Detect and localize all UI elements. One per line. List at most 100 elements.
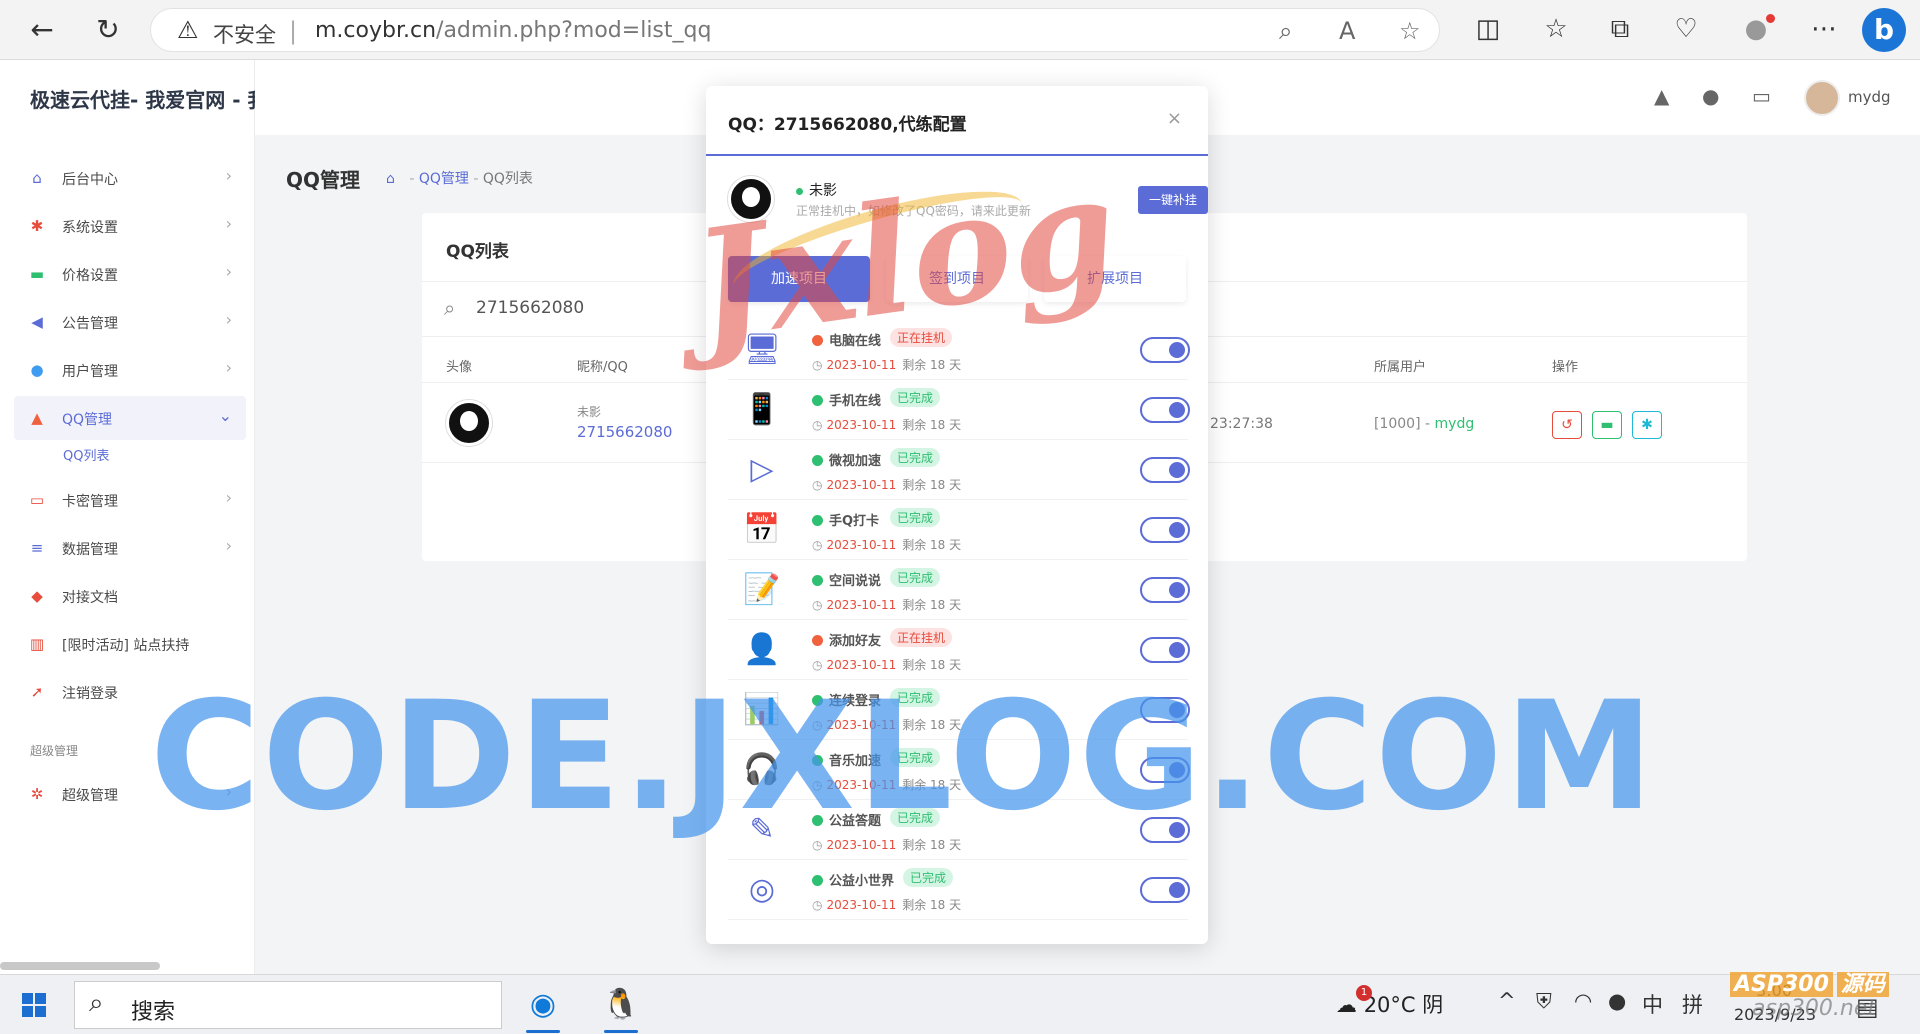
status-dot xyxy=(812,875,823,886)
refresh-icon[interactable]: ↻ xyxy=(90,12,126,48)
weather[interactable]: ☁ 20°C 阴 xyxy=(1336,989,1443,1019)
sidebar-item-docs[interactable]: ◆ 对接文档 xyxy=(14,574,246,618)
qq-number[interactable]: 2715662080 xyxy=(577,423,672,441)
chevron-up-icon[interactable]: ^ xyxy=(1498,989,1516,1013)
favorite-star-icon[interactable]: ☆ xyxy=(1399,17,1421,45)
qq-tray-icon[interactable]: ● xyxy=(1608,989,1626,1013)
task-toggle[interactable] xyxy=(1140,517,1190,543)
address-bar[interactable]: ⚠ 不安全 | m.coybr.cn/admin.php?mod=list_qq… xyxy=(150,8,1440,52)
sidebar-item-users[interactable]: ● 用户管理 › xyxy=(14,348,246,392)
home-icon: ⌂ xyxy=(32,169,42,187)
search-icon: ⌕ xyxy=(89,988,104,1018)
supplement-button[interactable]: 一键补挂 xyxy=(1138,186,1208,214)
sidebar-item-label: 数据管理 xyxy=(62,542,118,558)
expiry-date: ◷ 2023-10-11 剩余 18 天 xyxy=(812,478,962,492)
watermark-asp-url: asp300.net xyxy=(1752,996,1876,1021)
task-toggle[interactable] xyxy=(1140,457,1190,483)
section-header: 超级管理 xyxy=(30,744,79,758)
add-user-icon: 👤 xyxy=(743,632,781,667)
task-item: ▷ 微视加速 已完成 ◷ 2023-10-11 剩余 18 天 xyxy=(728,440,1190,500)
sidebar-item-data[interactable]: ≡ 数据管理 › xyxy=(14,526,246,570)
column-header: 头像 xyxy=(446,360,473,375)
calendar-check-icon: 📅 xyxy=(743,512,781,547)
task-toggle[interactable] xyxy=(1140,877,1190,903)
cart-button[interactable]: ▬ xyxy=(1592,411,1622,439)
expiry-date: ◷ 2023-10-11 剩余 18 天 xyxy=(812,358,962,372)
taskbar-search[interactable]: ⌕ 搜索 xyxy=(74,981,502,1029)
status-dot xyxy=(812,455,823,466)
cart-icon: ▬ xyxy=(29,265,45,283)
task-toggle[interactable] xyxy=(1140,577,1190,603)
favorites-icon[interactable]: ☆ xyxy=(1540,14,1572,44)
horizontal-scrollbar[interactable] xyxy=(0,962,160,970)
back-icon[interactable]: ← xyxy=(24,12,60,48)
sidebar-item-label: [限时活动] 站点扶持 xyxy=(62,638,190,654)
task-name: 空间说说 xyxy=(812,570,881,589)
ime-pinyin[interactable]: 拼 xyxy=(1682,989,1703,1019)
nickname: 未影 xyxy=(577,405,602,419)
sidebar-item-dashboard[interactable]: ⌂ 后台中心 › xyxy=(14,156,246,200)
bing-icon[interactable]: b xyxy=(1862,8,1906,52)
performance-icon[interactable]: ♡ xyxy=(1670,14,1702,44)
clock-icon: ◷ xyxy=(812,898,823,912)
status-dot xyxy=(812,635,823,646)
sidebar-item-price[interactable]: ▬ 价格设置 › xyxy=(14,252,246,296)
task-name: 手机在线 xyxy=(812,390,881,409)
avatar[interactable] xyxy=(1804,80,1840,116)
status-badge: 已完成 xyxy=(890,508,941,527)
chevron-right-icon: › xyxy=(225,214,232,233)
chevron-right-icon: › xyxy=(225,358,232,377)
sidebar-item-notice[interactable]: ◀ 公告管理 › xyxy=(14,300,246,344)
camera-icon: ◎ xyxy=(748,872,776,907)
more-icon[interactable]: ⋯ xyxy=(1808,14,1840,44)
read-aloud-icon[interactable]: A xyxy=(1339,17,1355,45)
chevron-right-icon: › xyxy=(225,488,232,507)
status-dot xyxy=(812,515,823,526)
task-toggle[interactable] xyxy=(1140,637,1190,663)
collections-icon[interactable]: ⧉ xyxy=(1604,14,1636,45)
search-input[interactable]: 2715662080 xyxy=(476,298,584,318)
task-toggle[interactable] xyxy=(1140,337,1190,363)
search-icon: ⌕ xyxy=(444,296,456,320)
qq-bell-icon[interactable]: ▲ xyxy=(1654,84,1669,108)
status-badge: 已完成 xyxy=(903,868,954,887)
chevron-right-icon: › xyxy=(225,310,232,329)
weather-badge: 1 xyxy=(1356,985,1372,1001)
split-screen-icon[interactable]: ◫ xyxy=(1472,14,1504,44)
wifi-icon[interactable]: ◠ xyxy=(1574,989,1592,1013)
sidebar-item-label: 超级管理 xyxy=(62,788,118,804)
task-name: 微视加速 xyxy=(812,450,881,469)
qq-app-icon[interactable]: 🐧 xyxy=(598,983,644,1033)
sidebar-item-cards[interactable]: ▭ 卡密管理 › xyxy=(14,478,246,522)
submenu-qq-list[interactable]: QQ列表 xyxy=(63,445,109,464)
shield-icon[interactable]: ⛨ xyxy=(1536,989,1552,1014)
column-header: 昵称/QQ xyxy=(577,360,628,375)
task-toggle[interactable] xyxy=(1140,397,1190,423)
sidebar-item-system[interactable]: ✱ 系统设置 › xyxy=(14,204,246,248)
home-icon[interactable]: ⌂ xyxy=(386,171,395,187)
sidebar-item-qq[interactable]: ▲ QQ管理 ⌄ xyxy=(14,396,246,440)
security-label: 不安全 xyxy=(213,23,276,47)
zoom-icon[interactable]: ⌕ xyxy=(1279,17,1292,45)
sidebar-item-promo[interactable]: ▥ [限时活动] 站点扶持 xyxy=(14,622,246,666)
note-edit-icon: 📝 xyxy=(743,572,781,607)
notification-dot xyxy=(1766,14,1775,23)
username[interactable]: mydg xyxy=(1848,88,1891,106)
owner-user: [1000] - mydg xyxy=(1374,416,1475,432)
browser-toolbar: ← ↻ ⚠ 不安全 | m.coybr.cn/admin.php?mod=lis… xyxy=(0,0,1920,60)
users-icon[interactable]: ● xyxy=(1702,84,1719,108)
clock-icon: ◷ xyxy=(812,478,823,492)
close-icon[interactable]: × xyxy=(1167,108,1182,129)
reset-button[interactable]: ↺ xyxy=(1552,411,1582,439)
settings-button[interactable]: ✱ xyxy=(1632,411,1662,439)
clock-icon: ◷ xyxy=(812,598,823,612)
card-icon[interactable]: ▭ xyxy=(1752,84,1771,108)
clock-icon: ◷ xyxy=(812,538,823,552)
sidebar-item-label: 注销登录 xyxy=(62,686,118,702)
windows-start-icon[interactable] xyxy=(22,993,46,1017)
edge-icon[interactable]: ◉ xyxy=(520,983,566,1033)
modal-title: QQ：2715662080,代练配置 xyxy=(728,115,967,135)
ime-mode[interactable]: 中 xyxy=(1642,989,1663,1019)
sidebar-item-label: 用户管理 xyxy=(62,364,118,380)
breadcrumb-item[interactable]: QQ管理 xyxy=(419,171,469,187)
